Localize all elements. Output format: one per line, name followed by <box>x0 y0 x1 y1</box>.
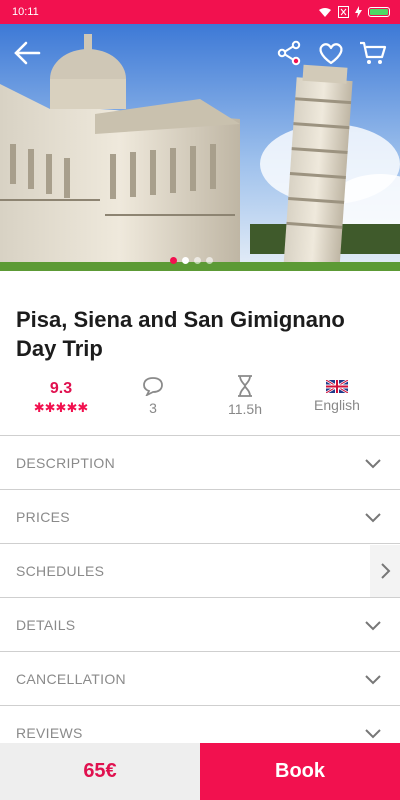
section-label: DETAILS <box>16 616 76 633</box>
tour-sections: DESCRIPTION PRICES SCHEDULES DETAILS CAN… <box>0 435 400 759</box>
section-label: REVIEWS <box>16 724 83 741</box>
schedules-open-button[interactable] <box>370 544 400 597</box>
comments-stat[interactable]: 3 <box>107 372 199 432</box>
pager-dot[interactable] <box>182 257 189 264</box>
heart-icon <box>319 43 343 65</box>
chevron-down-icon <box>365 674 381 684</box>
status-icons <box>318 6 390 18</box>
chevron-right-icon <box>381 562 391 579</box>
rating-value: 9.3 <box>49 380 73 397</box>
duration-stat: 11.5h <box>199 372 291 432</box>
language-value: English <box>314 397 360 413</box>
hero-image[interactable] <box>0 24 400 271</box>
pager-dot[interactable] <box>170 257 177 264</box>
image-pager <box>170 257 213 264</box>
comment-icon <box>143 377 163 396</box>
section-label: DESCRIPTION <box>16 454 115 471</box>
share-button[interactable] <box>274 38 304 68</box>
language-stat: English <box>291 372 383 432</box>
section-label: SCHEDULES <box>16 562 105 579</box>
section-schedules[interactable]: SCHEDULES <box>0 543 400 597</box>
booking-footer: 65€ Book <box>0 743 400 800</box>
hourglass-icon <box>238 375 252 397</box>
charging-icon <box>355 6 362 18</box>
chevron-down-icon <box>365 512 381 522</box>
rating-stat: 9.3 ✱✱✱✱✱ <box>15 372 107 432</box>
cart-button[interactable] <box>358 38 388 68</box>
book-button[interactable]: Book <box>200 743 400 800</box>
tour-stats: 9.3 ✱✱✱✱✱ 3 11.5h English <box>0 372 400 432</box>
chevron-down-icon <box>365 620 381 630</box>
rating-stars-icon: ✱✱✱✱✱ <box>33 400 89 415</box>
uk-flag-icon <box>326 380 348 393</box>
arrow-left-icon <box>14 41 41 65</box>
tour-title: Pisa, Siena and San Gimignano Day Trip <box>16 307 345 361</box>
cart-icon <box>360 41 387 64</box>
sim-icon <box>338 6 349 18</box>
share-icon <box>277 40 301 66</box>
status-time: 10:11 <box>12 6 39 18</box>
price-label: 65€ <box>0 743 200 800</box>
section-label: CANCELLATION <box>16 670 126 687</box>
chevron-down-icon <box>365 458 381 468</box>
wifi-icon <box>319 7 331 17</box>
pager-dot[interactable] <box>194 257 201 264</box>
hero-actions <box>274 38 388 68</box>
hero-toolbar <box>12 38 388 68</box>
section-description[interactable]: DESCRIPTION <box>0 435 400 489</box>
favorite-button[interactable] <box>316 38 346 68</box>
pager-dot[interactable] <box>206 257 213 264</box>
comments-count: 3 <box>149 400 157 416</box>
chevron-down-icon <box>365 728 381 738</box>
section-label: PRICES <box>16 508 70 525</box>
section-details[interactable]: DETAILS <box>0 597 400 651</box>
duration-value: 11.5h <box>228 401 262 417</box>
section-prices[interactable]: PRICES <box>0 489 400 543</box>
back-button[interactable] <box>12 38 42 68</box>
section-cancellation[interactable]: CANCELLATION <box>0 651 400 705</box>
status-bar: 10:11 <box>0 0 400 24</box>
battery-icon <box>368 7 390 17</box>
